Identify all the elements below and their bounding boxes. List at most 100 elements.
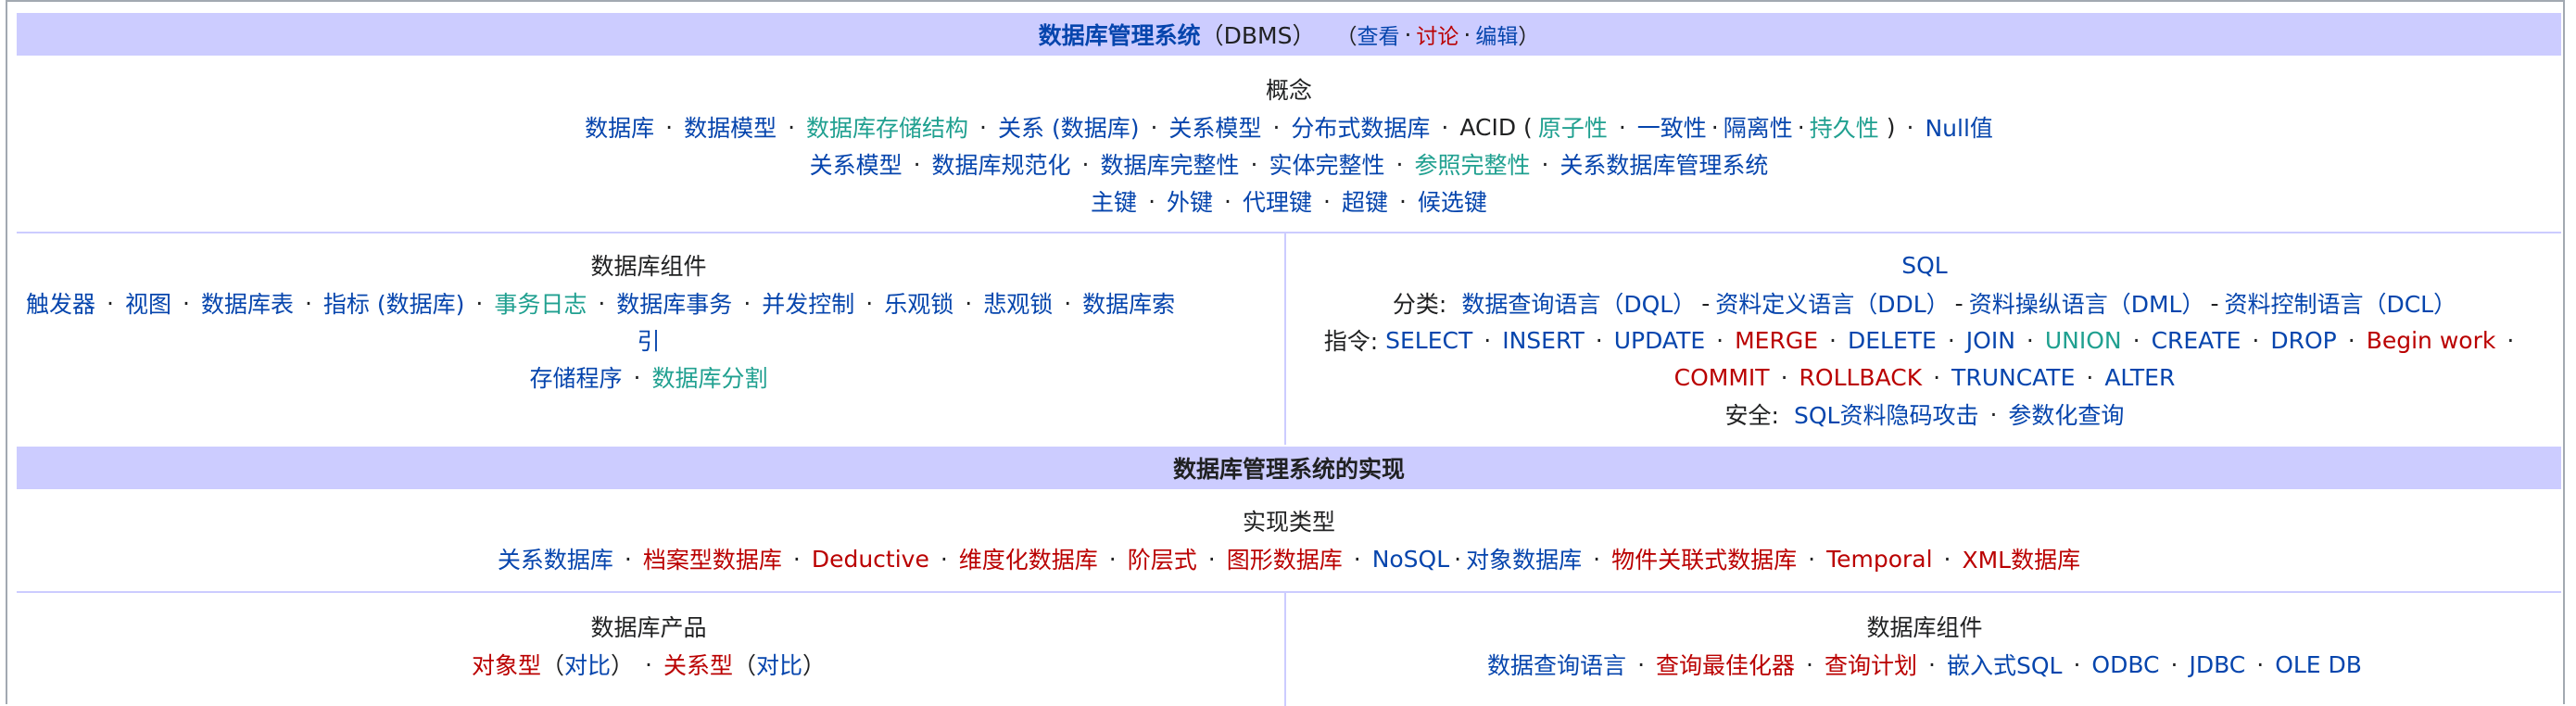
- link-deductive[interactable]: Deductive: [812, 546, 929, 573]
- link-rdbms[interactable]: 关系数据库管理系统: [1559, 147, 1768, 181]
- link-join[interactable]: JOIN: [1966, 327, 2015, 354]
- link-update[interactable]: UPDATE: [1614, 327, 1705, 354]
- edit-link[interactable]: 编辑: [1475, 19, 1518, 50]
- link-view[interactable]: 视图: [125, 286, 171, 320]
- link-dml[interactable]: 资料操纵语言（DML）: [1969, 286, 2205, 320]
- sql-commands-row-1: 指令: SELECT · INSERT · UPDATE · MERGE · DELET…: [1288, 322, 2561, 358]
- link-database[interactable]: 数据库: [585, 110, 654, 144]
- concepts-heading: 概念: [17, 72, 2561, 106]
- link-relational-model[interactable]: 关系模型: [1168, 110, 1261, 144]
- link-embedded-sql[interactable]: 嵌入式SQL: [1947, 648, 2062, 681]
- link-candidate-key[interactable]: 候选键: [1418, 184, 1487, 218]
- link-db-storage[interactable]: 数据库存储结构: [806, 110, 968, 144]
- divider: [17, 591, 2561, 593]
- link-db-transaction[interactable]: 数据库事务: [616, 286, 732, 320]
- link-temporal[interactable]: Temporal: [1826, 546, 1932, 573]
- link-parameterized-query[interactable]: 参数化查询: [2008, 397, 2124, 431]
- separator-dot: ·: [965, 289, 973, 317]
- link-union[interactable]: UNION: [2045, 327, 2122, 354]
- link-concurrency[interactable]: 并发控制: [762, 286, 854, 320]
- separator-dot: ·: [792, 545, 801, 573]
- link-optimistic-lock[interactable]: 乐观锁: [884, 286, 953, 320]
- link-select[interactable]: SELECT: [1385, 327, 1472, 354]
- link-dql[interactable]: 数据查询语言（DQL）: [1461, 286, 1696, 320]
- link-query-optimizer[interactable]: 查询最佳化器: [1656, 648, 1795, 681]
- separator-dot: ·: [1224, 187, 1231, 215]
- link-distributed-db[interactable]: 分布式数据库: [1291, 110, 1430, 144]
- link-object-db[interactable]: 对象数据库: [1466, 542, 1582, 575]
- link-integrity[interactable]: 数据库完整性: [1101, 147, 1240, 181]
- link-drop[interactable]: DROP: [2270, 327, 2336, 354]
- separator-dot: ·: [624, 545, 632, 573]
- link-data-model[interactable]: 数据模型: [684, 110, 777, 144]
- separator-dot: ·: [1108, 545, 1117, 573]
- link-merge[interactable]: MERGE: [1735, 327, 1818, 354]
- link-ref-integrity[interactable]: 参照完整性: [1414, 147, 1530, 181]
- link-durability[interactable]: 持久性: [1810, 110, 1879, 144]
- link-ddl[interactable]: 资料定义语言（DDL）: [1715, 286, 1949, 320]
- link-table[interactable]: 数据库表: [201, 286, 294, 320]
- link-sql-injection[interactable]: SQL资料隐码攻击: [1794, 397, 1978, 431]
- link-odbc[interactable]: ODBC: [2091, 651, 2159, 678]
- link-document-db[interactable]: 档案型数据库: [643, 542, 782, 575]
- link-commit[interactable]: COMMIT: [1674, 364, 1770, 391]
- separator-dot: ·: [2132, 326, 2140, 354]
- link-foreign-key[interactable]: 外键: [1167, 184, 1213, 218]
- link-stored-procedure[interactable]: 存储程序: [530, 360, 623, 394]
- link-db-index-part1[interactable]: 数据库索: [1082, 286, 1175, 320]
- link-rollback[interactable]: ROLLBACK: [1799, 364, 1923, 391]
- link-index-db[interactable]: 指标 (数据库): [323, 286, 464, 320]
- link-nosql[interactable]: NoSQL: [1372, 546, 1449, 573]
- link-hierarchical[interactable]: 阶层式: [1128, 542, 1197, 575]
- products-heading-text: 数据库产品: [590, 614, 707, 641]
- link-query-language[interactable]: 数据查询语言: [1487, 648, 1626, 681]
- link-partition[interactable]: 数据库分割: [651, 360, 767, 394]
- separator-dot: ·: [1353, 545, 1361, 573]
- link-alter[interactable]: ALTER: [2104, 364, 2175, 391]
- paren: （: [732, 652, 756, 679]
- link-compare-relational[interactable]: 对比: [756, 648, 802, 681]
- link-super-key[interactable]: 超键: [1342, 184, 1388, 218]
- link-transaction-log[interactable]: 事务日志: [494, 286, 587, 320]
- link-begin-work[interactable]: Begin work: [2367, 327, 2496, 354]
- separator-dot: ·: [1943, 545, 1951, 573]
- link-object-relational-db[interactable]: 物件关联式数据库: [1611, 542, 1797, 575]
- link-atomicity[interactable]: 原子性: [1538, 110, 1608, 144]
- link-relational-type[interactable]: 关系型: [663, 648, 733, 681]
- link-sql[interactable]: SQL: [1901, 252, 1947, 279]
- talk-link[interactable]: 讨论: [1416, 19, 1458, 50]
- link-truncate[interactable]: TRUNCATE: [1951, 364, 2075, 391]
- view-link[interactable]: 查看: [1357, 19, 1399, 50]
- link-compare-object[interactable]: 对比: [564, 648, 611, 681]
- link-create[interactable]: CREATE: [2152, 327, 2241, 354]
- link-relational-model-2[interactable]: 关系模型: [810, 147, 903, 181]
- link-delete[interactable]: DELETE: [1848, 327, 1937, 354]
- link-query-plan[interactable]: 查询计划: [1825, 648, 1917, 681]
- link-db-index-part2[interactable]: 引: [637, 323, 660, 357]
- link-pessimistic-lock[interactable]: 悲观锁: [983, 286, 1053, 320]
- concepts-heading-text: 概念: [1265, 77, 1312, 104]
- link-entity-integrity[interactable]: 实体完整性: [1269, 147, 1384, 181]
- separator-dot: ·: [2170, 650, 2178, 678]
- link-surrogate-key[interactable]: 代理键: [1243, 184, 1312, 218]
- link-object-type[interactable]: 对象型: [472, 648, 541, 681]
- link-trigger[interactable]: 触发器: [26, 286, 95, 320]
- column-divider: [1284, 233, 1286, 445]
- separator-dot: ·: [1989, 400, 1998, 428]
- link-relation[interactable]: 关系 (数据库): [998, 110, 1139, 144]
- link-relational-db[interactable]: 关系数据库: [498, 542, 613, 575]
- link-primary-key[interactable]: 主键: [1091, 184, 1137, 218]
- link-dcl[interactable]: 资料控制语言（DCL）: [2224, 286, 2456, 320]
- link-ole-db[interactable]: OLE DB: [2275, 651, 2362, 678]
- link-insert[interactable]: INSERT: [1502, 327, 1585, 354]
- link-graph-db[interactable]: 图形数据库: [1227, 542, 1343, 575]
- link-consistency[interactable]: 一致性: [1637, 110, 1707, 144]
- link-xml-db[interactable]: XML数据库: [1962, 542, 2080, 575]
- link-normalization[interactable]: 数据库规范化: [932, 147, 1071, 181]
- navbox-title-link[interactable]: 数据库管理系统: [1039, 18, 1201, 51]
- link-isolation[interactable]: 隔离性: [1724, 110, 1793, 144]
- link-jdbc[interactable]: JDBC: [2189, 651, 2245, 678]
- link-null[interactable]: Null值: [1925, 110, 1992, 144]
- separator-dot: ·: [1711, 113, 1719, 141]
- link-dimensional-db[interactable]: 维度化数据库: [959, 542, 1098, 575]
